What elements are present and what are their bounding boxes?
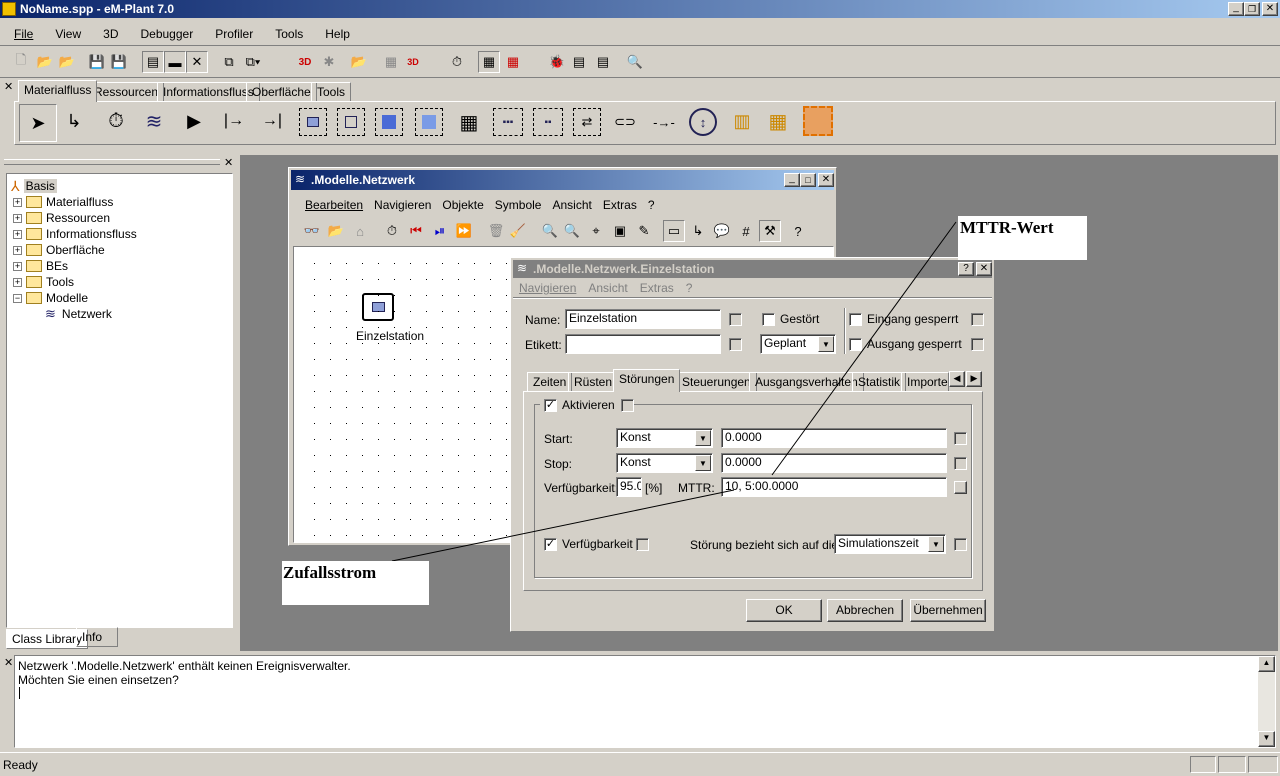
status-pane-2	[1218, 756, 1246, 773]
status-pane-1	[1190, 756, 1216, 773]
zufall-annotation: Zufallsstrom	[282, 561, 429, 605]
mttr-pointer-line	[771, 221, 957, 476]
scroll-up-button[interactable]: ▲	[1258, 656, 1275, 672]
palette-tab-materialfluss[interactable]: Materialfluss	[18, 80, 98, 102]
status-text: Ready	[3, 758, 38, 772]
status-pane-3	[1248, 756, 1278, 773]
console-close-icon[interactable]: ✕	[4, 656, 13, 669]
mttr-annotation: MTTR-Wert	[958, 216, 1087, 260]
console-line-2: Möchten Sie einen einsetzen?	[18, 673, 179, 687]
tab-stoerungen[interactable]: Störungen	[613, 369, 681, 392]
console-scrollbar[interactable]: ▲ ▼	[1258, 656, 1275, 747]
scroll-down-button[interactable]: ▼	[1258, 731, 1275, 747]
console-line-1: Netzwerk '.Modelle.Netzwerk' enthält kei…	[18, 659, 351, 673]
status-bar: Ready	[0, 752, 1280, 776]
console-panel: Netzwerk '.Modelle.Netzwerk' enthält kei…	[14, 655, 1276, 748]
console-cursor[interactable]	[19, 687, 20, 699]
zufall-pointer-line	[391, 489, 735, 562]
